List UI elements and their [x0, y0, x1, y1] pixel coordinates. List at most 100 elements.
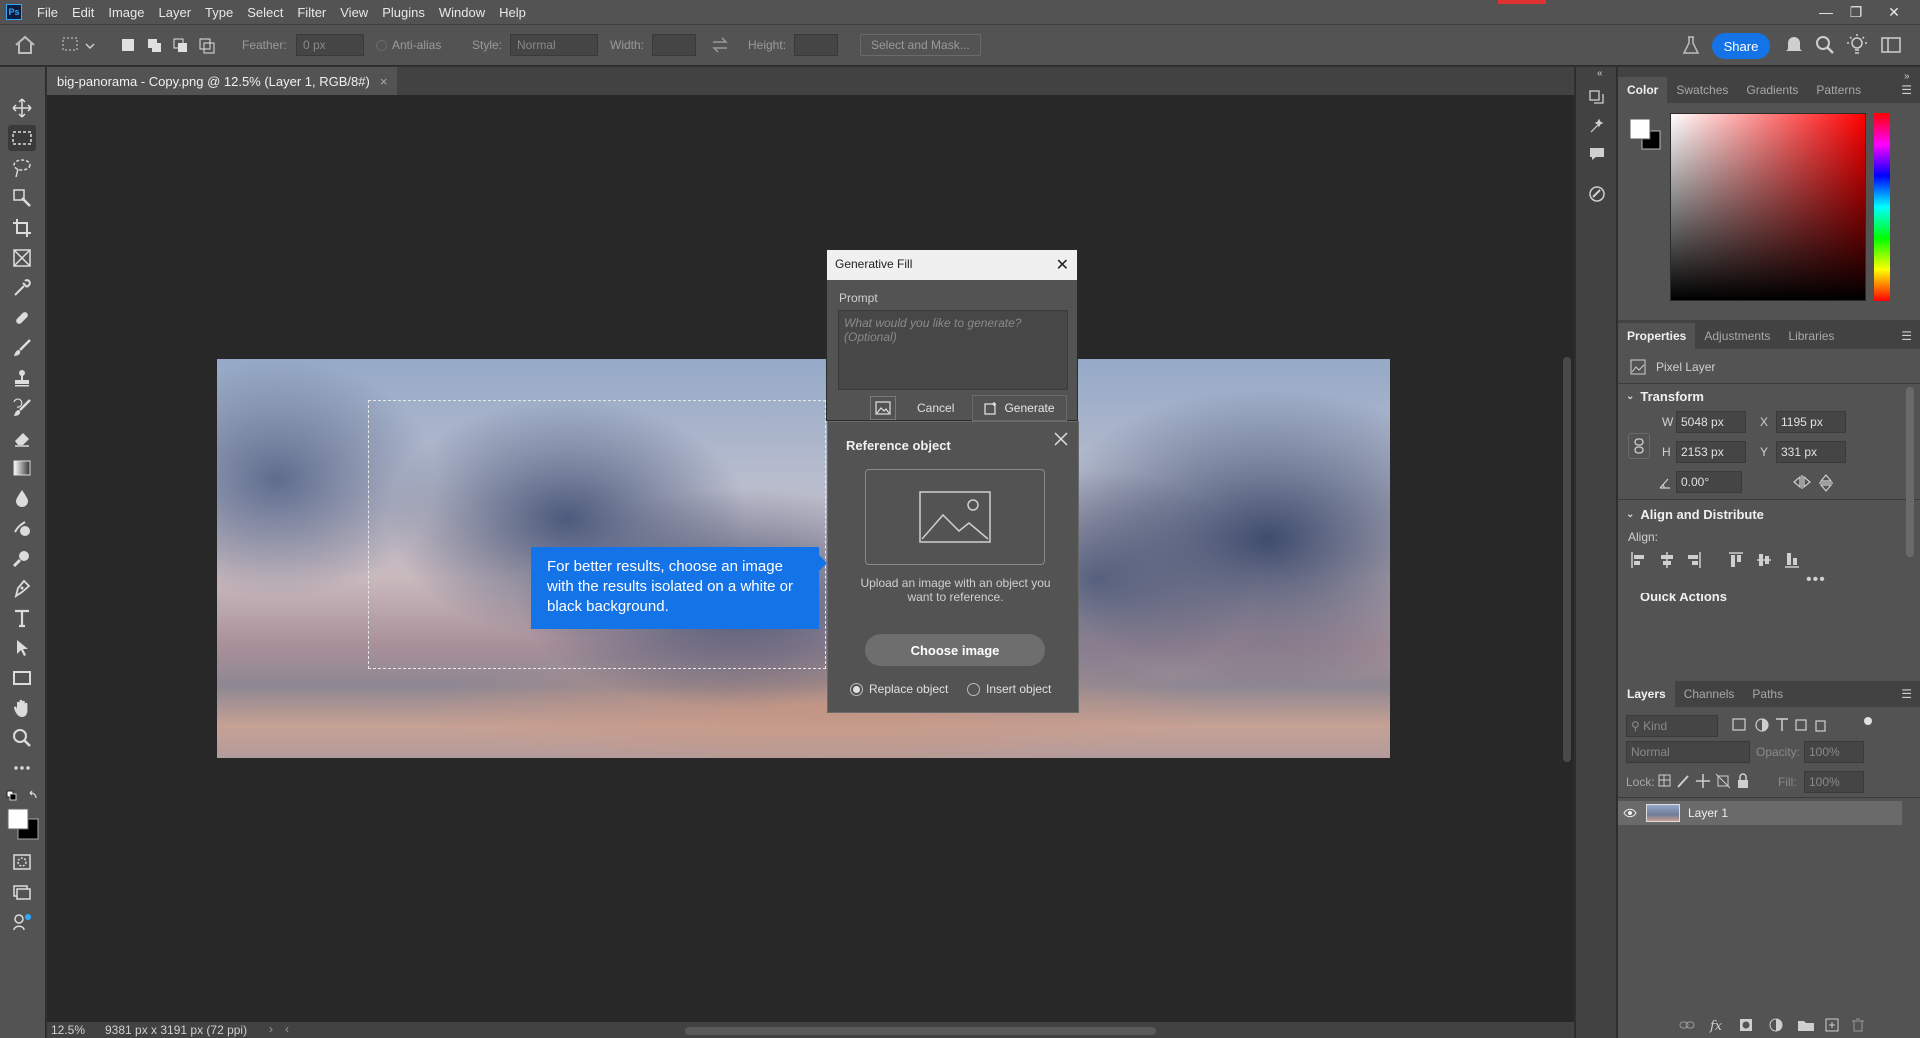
menu-select[interactable]: Select: [240, 5, 290, 20]
menu-layer[interactable]: Layer: [152, 5, 199, 20]
height-input[interactable]: [794, 34, 838, 56]
flask-icon[interactable]: [1680, 34, 1702, 56]
menu-edit[interactable]: Edit: [65, 5, 101, 20]
tab-libraries[interactable]: Libraries: [1779, 323, 1843, 349]
notifications-icon[interactable]: [1784, 34, 1804, 56]
workspace-icon[interactable]: [1880, 35, 1902, 55]
selection-mode-icons[interactable]: [120, 36, 220, 56]
transform-section-header[interactable]: ⌄ Transform: [1626, 389, 1704, 404]
angle-field[interactable]: 0.00°: [1676, 471, 1742, 493]
hue-slider[interactable]: [1874, 113, 1890, 301]
zoom-loupe-tool-icon[interactable]: [8, 545, 36, 571]
type-tool-icon[interactable]: [8, 605, 36, 631]
panel-menu-icon[interactable]: ☰: [1901, 329, 1912, 343]
color-swatches-fg-bg[interactable]: [6, 807, 40, 841]
vertical-scroll-thumb[interactable]: [1563, 357, 1571, 762]
path-selection-tool-icon[interactable]: [8, 635, 36, 661]
discover-bulb-icon[interactable]: [1846, 33, 1868, 57]
object-selection-tool-icon[interactable]: [8, 155, 36, 181]
layer-filter-icons[interactable]: [1732, 717, 1832, 733]
collapse-panels-icon[interactable]: »: [1904, 71, 1910, 82]
quick-actions-header[interactable]: Quick Actions: [1626, 593, 1918, 601]
crop-tool-icon[interactable]: [8, 215, 36, 241]
tab-gradients[interactable]: Gradients: [1737, 77, 1807, 103]
menu-help[interactable]: Help: [492, 5, 533, 20]
blur-tool-icon[interactable]: [8, 485, 36, 511]
status-menu-arrow[interactable]: ›: [269, 1022, 273, 1036]
feather-input[interactable]: 0 px: [296, 34, 364, 56]
tab-adjustments[interactable]: Adjustments: [1695, 323, 1779, 349]
flip-vertical-icon[interactable]: [1818, 473, 1834, 493]
menu-view[interactable]: View: [333, 5, 375, 20]
minimize-button[interactable]: —: [1812, 0, 1840, 24]
hand-tool-icon[interactable]: [8, 695, 36, 721]
x-field[interactable]: 1195 px: [1776, 411, 1846, 433]
filter-toggle-icon[interactable]: [1864, 717, 1872, 725]
more-tools-icon[interactable]: [8, 755, 36, 781]
dodge-tool-icon[interactable]: [8, 515, 36, 541]
link-dimensions-icon[interactable]: [1628, 433, 1650, 459]
menu-plugins[interactable]: Plugins: [375, 5, 432, 20]
rectangle-tool-icon[interactable]: [8, 665, 36, 691]
menu-type[interactable]: Type: [198, 5, 240, 20]
marquee-preset-icon[interactable]: [60, 35, 98, 55]
replace-object-radio[interactable]: [850, 682, 863, 696]
visibility-eye-icon[interactable]: [1618, 808, 1642, 818]
cancel-button[interactable]: Cancel: [917, 401, 954, 415]
home-icon[interactable]: [14, 35, 36, 55]
quick-mask-icon[interactable]: [8, 849, 36, 875]
fill-field[interactable]: 100%: [1804, 771, 1864, 793]
more-options-icon[interactable]: •••: [1806, 571, 1826, 589]
style-select[interactable]: Normal: [510, 34, 598, 56]
replace-object-option[interactable]: Replace object: [850, 682, 948, 696]
prompt-input[interactable]: What would you like to generate? (Option…: [838, 310, 1068, 390]
insert-object-option[interactable]: Insert object: [967, 682, 1051, 696]
libraries-panel-icon[interactable]: [1586, 183, 1608, 205]
layer-row[interactable]: Layer 1: [1618, 801, 1902, 825]
restore-button[interactable]: ❐: [1842, 0, 1870, 24]
collapse-strip-icon[interactable]: «: [1597, 68, 1603, 79]
blend-mode-select[interactable]: Normal: [1626, 741, 1750, 763]
vertical-scrollbar[interactable]: [1560, 95, 1574, 1025]
reference-image-button[interactable]: [870, 396, 896, 420]
width-field[interactable]: 5048 px: [1676, 411, 1746, 433]
flip-horizontal-icon[interactable]: [1792, 474, 1812, 490]
panel-menu-icon[interactable]: ☰: [1901, 83, 1912, 97]
width-input[interactable]: [652, 34, 696, 56]
share-button[interactable]: Share: [1712, 33, 1770, 59]
tab-layers[interactable]: Layers: [1618, 681, 1675, 707]
color-picker-field[interactable]: [1670, 113, 1866, 301]
zoom-tool-icon[interactable]: [8, 725, 36, 751]
actions-panel-icon[interactable]: [1586, 115, 1608, 137]
history-panel-icon[interactable]: [1586, 87, 1608, 109]
frame-tool-icon[interactable]: [8, 245, 36, 271]
align-section-header[interactable]: ⌄ Align and Distribute: [1626, 507, 1764, 522]
lock-icons[interactable]: [1658, 773, 1758, 789]
tab-patterns[interactable]: Patterns: [1807, 77, 1870, 103]
quick-selection-tool-icon[interactable]: [8, 185, 36, 211]
upload-dropzone[interactable]: [865, 469, 1045, 565]
pen-tool-icon[interactable]: [8, 575, 36, 601]
close-icon[interactable]: ✕: [1056, 255, 1069, 275]
screen-mode-icon[interactable]: [8, 879, 36, 905]
choose-image-button[interactable]: Choose image: [865, 634, 1045, 666]
insert-object-radio[interactable]: [967, 682, 980, 696]
opacity-field[interactable]: 100%: [1804, 741, 1864, 763]
tab-color[interactable]: Color: [1618, 77, 1668, 103]
generate-button[interactable]: Generate: [972, 395, 1067, 421]
document-tab-close-icon[interactable]: ×: [380, 74, 388, 89]
generative-tools-icon[interactable]: [8, 909, 36, 935]
select-and-mask-button[interactable]: Select and Mask...: [860, 34, 981, 56]
menu-file[interactable]: File: [30, 5, 65, 20]
antialias-checkbox[interactable]: [376, 40, 387, 51]
document-tab[interactable]: big-panorama - Copy.png @ 12.5% (Layer 1…: [47, 67, 398, 95]
menu-image[interactable]: Image: [101, 5, 151, 20]
zoom-level[interactable]: 12.5%: [51, 1023, 85, 1037]
brush-tool-icon[interactable]: [8, 335, 36, 361]
clone-stamp-tool-icon[interactable]: [8, 365, 36, 391]
layer-filter-kind[interactable]: ⚲ Kind: [1626, 715, 1718, 737]
horizontal-scroll-thumb[interactable]: [685, 1027, 1156, 1035]
scroll-left-arrow[interactable]: ‹: [285, 1022, 289, 1036]
tab-swatches[interactable]: Swatches: [1667, 77, 1737, 103]
menu-filter[interactable]: Filter: [290, 5, 333, 20]
